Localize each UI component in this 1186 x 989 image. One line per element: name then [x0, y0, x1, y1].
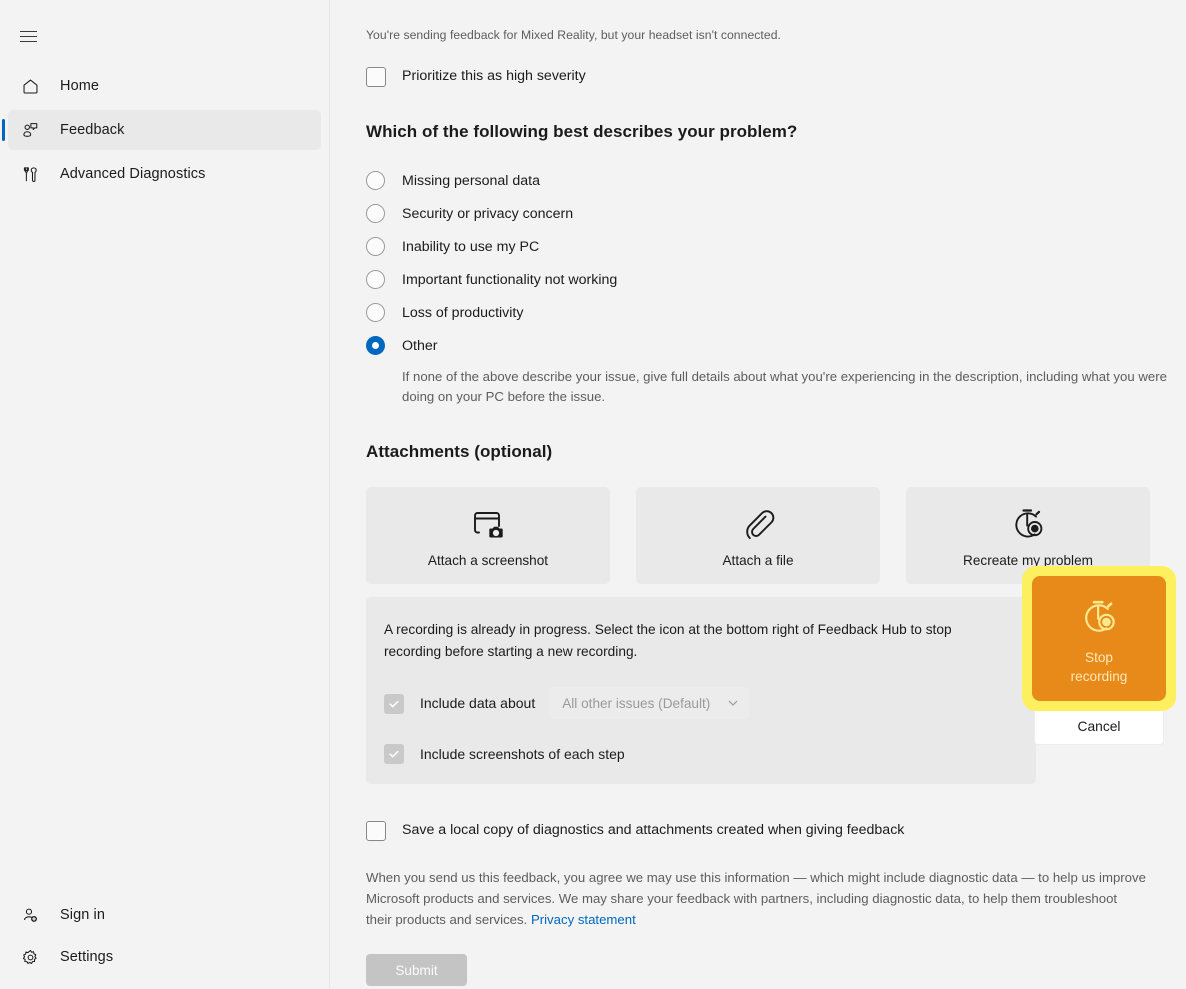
save-local-copy-checkbox[interactable]: Save a local copy of diagnostics and att…: [366, 820, 1186, 841]
headset-notice: You're sending feedback for Mixed Realit…: [366, 28, 781, 42]
legal-disclaimer: When you send us this feedback, you agre…: [366, 867, 1146, 930]
sidebar-item-home[interactable]: Home: [8, 66, 321, 106]
radio-label: Security or privacy concern: [402, 205, 574, 222]
recording-message: A recording is already in progress. Sele…: [384, 622, 952, 659]
stop-label-line2: recording: [1070, 669, 1128, 684]
radio-circle-selected: [366, 336, 385, 355]
radio-security-privacy-concern[interactable]: Security or privacy concern: [366, 197, 1186, 230]
sidebar-item-settings[interactable]: Settings: [8, 937, 321, 977]
sidebar-item-advanced-diagnostics[interactable]: Advanced Diagnostics: [8, 154, 321, 194]
submit-button[interactable]: Submit: [366, 954, 467, 986]
include-data-about-row: Include data about All other issues (Def…: [384, 687, 1012, 719]
hamburger-bar: [19, 30, 37, 32]
hamburger-icon[interactable]: [8, 18, 48, 54]
main-content: You're sending feedback for Mixed Realit…: [330, 0, 1186, 989]
problem-heading: Which of the following best describes yo…: [366, 122, 798, 141]
radio-inability-to-use-pc[interactable]: Inability to use my PC: [366, 230, 1186, 263]
prioritize-high-severity-checkbox[interactable]: Prioritize this as high severity: [366, 66, 1186, 87]
stop-recording-flyout: Stop recording Cancel: [1022, 566, 1176, 745]
feedback-icon: [19, 119, 41, 141]
radio-label: Missing personal data: [402, 172, 541, 189]
include-data-about-label: Include data about: [420, 695, 536, 711]
radio-label: Important functionality not working: [402, 271, 618, 288]
highlight-ring: Stop recording: [1022, 566, 1176, 711]
attach-screenshot-button[interactable]: Attach a screenshot: [366, 487, 610, 584]
radio-missing-personal-data[interactable]: Missing personal data: [366, 164, 1186, 197]
diagnostics-icon: [19, 163, 41, 185]
privacy-statement-link[interactable]: Privacy statement: [531, 912, 636, 927]
include-screenshots-row: Include screenshots of each step: [384, 743, 1012, 764]
paperclip-icon: [738, 503, 778, 545]
cancel-button[interactable]: Cancel: [1034, 707, 1164, 745]
sidebar-item-label: Settings: [60, 949, 114, 965]
feedback-hub-window: Home Feedback Advanced Diagnostics Sign …: [0, 0, 1186, 989]
problem-radio-group: Missing personal data Security or privac…: [366, 164, 1186, 407]
stop-label-line1: Stop: [1085, 650, 1113, 665]
sidebar-item-label: Home: [60, 78, 100, 94]
include-data-about-checkbox[interactable]: [384, 693, 404, 714]
screenshot-icon: [468, 503, 508, 545]
stopwatch-record-icon: [1007, 503, 1049, 545]
radio-loss-of-productivity[interactable]: Loss of productivity: [366, 296, 1186, 329]
attach-file-button[interactable]: Attach a file: [636, 487, 880, 584]
radio-label: Loss of productivity: [402, 304, 524, 321]
person-add-icon: [19, 904, 41, 926]
radio-label: Inability to use my PC: [402, 238, 540, 255]
radio-circle: [366, 303, 385, 322]
checkbox-box: [366, 67, 386, 87]
dropdown-value: All other issues (Default): [562, 695, 711, 711]
issue-type-dropdown[interactable]: All other issues (Default): [549, 687, 750, 719]
checkbox-label: Save a local copy of diagnostics and att…: [402, 822, 905, 838]
stop-recording-button[interactable]: Stop recording: [1032, 576, 1166, 701]
include-screenshots-label: Include screenshots of each step: [420, 745, 625, 762]
radio-other[interactable]: Other: [366, 329, 1186, 362]
sidebar-item-sign-in[interactable]: Sign in: [8, 895, 321, 935]
sidebar-item-label: Sign in: [60, 907, 106, 923]
gear-icon: [19, 946, 41, 968]
attachments-heading: Attachments (optional): [366, 442, 553, 461]
sidebar-item-label: Feedback: [60, 122, 125, 138]
radio-circle: [366, 270, 385, 289]
checkbox-label: Prioritize this as high severity: [402, 68, 586, 84]
chevron-down-icon: [727, 697, 739, 709]
sidebar-item-label: Advanced Diagnostics: [60, 166, 206, 182]
tile-label: Attach a screenshot: [427, 553, 549, 568]
checkbox-box: [366, 821, 386, 841]
stop-recording-label: Stop recording: [1071, 648, 1128, 686]
radio-circle: [366, 204, 385, 223]
hamburger-bar: [19, 40, 37, 42]
sidebar-bottom-group: Sign in Settings: [0, 893, 329, 989]
radio-circle: [366, 237, 385, 256]
sidebar-item-feedback[interactable]: Feedback: [2, 110, 321, 150]
radio-label: Other: [402, 337, 438, 354]
legal-text: When you send us this feedback, you agre…: [366, 870, 1146, 927]
radio-circle: [366, 171, 385, 190]
radio-important-functionality-not-working[interactable]: Important functionality not working: [366, 263, 1186, 296]
include-screenshots-checkbox[interactable]: [384, 744, 404, 764]
home-icon: [19, 75, 41, 97]
recording-panel: A recording is already in progress. Sele…: [366, 597, 1036, 784]
other-help-text: If none of the above describe your issue…: [402, 369, 1167, 404]
tile-label: Attach a file: [722, 553, 794, 568]
stopwatch-record-icon: [1076, 591, 1122, 643]
sidebar: Home Feedback Advanced Diagnostics Sign …: [0, 0, 330, 989]
hamburger-bar: [19, 35, 37, 37]
